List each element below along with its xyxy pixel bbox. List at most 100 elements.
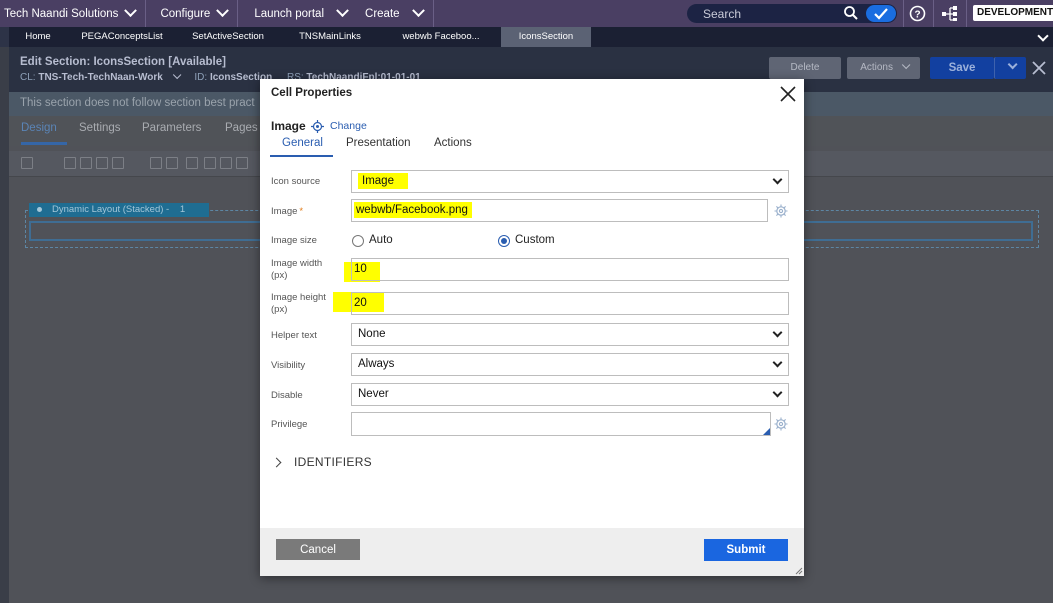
- delete-icon[interactable]: [112, 157, 124, 169]
- split-icon[interactable]: [186, 157, 198, 169]
- change-control-link[interactable]: Change: [330, 120, 367, 132]
- close-icon[interactable]: [779, 85, 797, 103]
- search-go-button[interactable]: [866, 5, 896, 22]
- tab-pages[interactable]: Pages: [225, 122, 258, 134]
- chevron-down-icon: [216, 4, 230, 18]
- image-height-label: Image height (px): [271, 292, 326, 316]
- tab-webwb-facebook[interactable]: webwb Faceboo...: [381, 27, 501, 47]
- image-path-input[interactable]: webwb/Facebook.png: [351, 199, 768, 222]
- chevron-down-icon: [411, 4, 425, 18]
- search-icon[interactable]: [843, 5, 859, 21]
- checkmark-icon: [874, 7, 888, 20]
- app-switcher-menu[interactable]: Tech Naandi Solutions: [0, 0, 147, 27]
- toolbar-divider: [933, 0, 934, 27]
- rule-title: Edit Section: IconsSection [Available]: [20, 56, 226, 68]
- cell-properties-dialog: Cell Properties Image Change General Pre…: [260, 79, 804, 576]
- gear-icon[interactable]: [774, 204, 788, 218]
- hierarchy-icon[interactable]: [941, 5, 958, 22]
- copy-icon[interactable]: [80, 157, 92, 169]
- chevron-down-icon: [124, 4, 138, 18]
- helper-text-select[interactable]: None: [351, 323, 789, 346]
- search-box: [687, 4, 897, 23]
- tab-design[interactable]: Design: [21, 122, 57, 134]
- help-icon[interactable]: ?: [909, 5, 926, 22]
- disable-label: Disable: [271, 390, 303, 401]
- dialog-title: Cell Properties: [271, 87, 353, 99]
- icon-source-value: Image: [358, 173, 408, 189]
- disable-value: Never: [358, 388, 389, 400]
- image-width-label-line2: (px): [271, 270, 288, 281]
- environment-badge: DEVELOPMENT: [973, 5, 1053, 21]
- image-width-input[interactable]: 10: [351, 258, 789, 281]
- class-label: CL:: [20, 72, 36, 83]
- search-input[interactable]: [687, 6, 837, 21]
- image-size-auto-radio[interactable]: [352, 235, 364, 247]
- helper-text-value: None: [358, 328, 386, 340]
- tab-setactivesection[interactable]: SetActiveSection: [177, 27, 279, 47]
- tab-home[interactable]: Home: [9, 27, 67, 47]
- visibility-select[interactable]: Always: [351, 353, 789, 376]
- launch-portal-menu-label: Launch portal: [254, 7, 325, 20]
- active-tab-indicator: [270, 155, 333, 157]
- app-name: Tech Naandi Solutions: [4, 7, 119, 20]
- toolbar-divider: [966, 0, 967, 27]
- delete-button[interactable]: Delete: [769, 57, 841, 79]
- chevron-down-icon: [772, 357, 783, 368]
- cancel-button[interactable]: Cancel: [276, 539, 360, 560]
- dynamic-layout-tag-count: 1: [179, 204, 186, 215]
- configure-menu-label: Configure: [160, 7, 211, 20]
- tab-iconssection[interactable]: IconsSection: [501, 27, 591, 47]
- image-height-label-line1: Image height: [271, 292, 326, 303]
- image-size-auto-label: Auto: [369, 234, 393, 246]
- chevron-down-icon[interactable]: [1037, 30, 1049, 42]
- tab-general[interactable]: General: [282, 137, 323, 149]
- submit-button[interactable]: Submit: [704, 539, 788, 561]
- save-button[interactable]: Save: [930, 57, 994, 79]
- disable-select[interactable]: Never: [351, 383, 789, 406]
- chevron-down-icon: [172, 70, 181, 80]
- image-label-text: Image: [271, 206, 298, 217]
- launch-portal-menu[interactable]: Launch portal: [238, 0, 351, 27]
- gear-icon[interactable]: [774, 417, 788, 431]
- chevron-down-icon: [336, 4, 349, 18]
- tab-presentation[interactable]: Presentation: [346, 137, 411, 149]
- identifiers-section-toggle[interactable]: IDENTIFIERS: [271, 455, 372, 469]
- image-width-label-line1: Image width: [271, 258, 323, 269]
- resize-handle-icon[interactable]: [763, 428, 770, 435]
- image-height-label-line2: (px): [271, 304, 288, 315]
- tab-pegaconceptslist[interactable]: PEGAConceptsList: [67, 27, 177, 47]
- actions-button[interactable]: Actions: [847, 57, 920, 79]
- visibility-value: Always: [358, 358, 395, 370]
- resize-grip-icon[interactable]: [795, 567, 803, 575]
- image-height-input[interactable]: 20: [351, 292, 789, 315]
- icon-source-select[interactable]: Image: [351, 170, 789, 193]
- insert-row-icon[interactable]: [150, 157, 162, 169]
- class-value[interactable]: TNS-Tech-TechNaan-Work: [38, 72, 162, 83]
- configure-menu[interactable]: Configure: [146, 0, 239, 27]
- dynamic-layout-tag[interactable]: Dynamic Layout (Stacked) - 1: [29, 203, 209, 217]
- create-menu[interactable]: Create: [351, 0, 434, 27]
- tab-settings[interactable]: Settings: [79, 122, 121, 134]
- close-icon[interactable]: [1031, 60, 1047, 76]
- chevron-down-icon: [901, 60, 911, 70]
- insert-row-below-icon[interactable]: [166, 157, 178, 169]
- tab-actions[interactable]: Actions: [434, 137, 472, 149]
- save-options-button[interactable]: [994, 57, 1026, 79]
- chevron-down-icon: [1007, 59, 1018, 70]
- tab-parameters[interactable]: Parameters: [142, 122, 201, 134]
- privilege-input[interactable]: [351, 412, 771, 436]
- layout-tool-icon[interactable]: [21, 157, 33, 169]
- dialog-footer: Cancel Submit: [260, 528, 804, 576]
- paste-icon[interactable]: [96, 157, 108, 169]
- merge-icon[interactable]: [236, 157, 248, 169]
- cut-icon[interactable]: [64, 157, 76, 169]
- insert-column-after-icon[interactable]: [220, 157, 232, 169]
- tab-tnsmainlinks[interactable]: TNSMainLinks: [279, 27, 381, 47]
- image-label: Image *: [271, 206, 303, 218]
- svg-text:?: ?: [914, 10, 920, 21]
- toolbar-divider: [903, 0, 904, 27]
- crosshair-icon[interactable]: [311, 120, 324, 133]
- image-size-custom-radio[interactable]: [498, 235, 510, 247]
- insert-column-icon[interactable]: [204, 157, 216, 169]
- helper-text-label: Helper text: [271, 330, 317, 341]
